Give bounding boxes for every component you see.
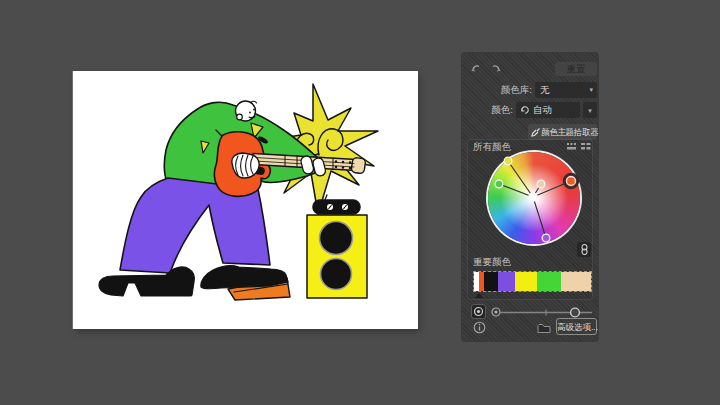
eyedropper-icon bbox=[531, 127, 541, 137]
redo-icon[interactable] bbox=[493, 66, 499, 70]
library-label: 颜色库: bbox=[462, 82, 532, 98]
shoe-right bbox=[201, 266, 288, 289]
history-icons bbox=[471, 63, 501, 74]
swatch-orange[interactable] bbox=[479, 272, 484, 291]
prominent-swatch-bar[interactable] bbox=[474, 272, 591, 291]
prominent-label: 重要颜色 bbox=[473, 254, 511, 270]
handle-yellow[interactable] bbox=[504, 157, 512, 165]
swatch-marker bbox=[475, 293, 483, 298]
chevron-down-icon: ▾ bbox=[588, 107, 592, 114]
reset-button[interactable]: 重置 bbox=[555, 62, 597, 76]
swatch-beige[interactable] bbox=[561, 272, 591, 291]
swatch-library-icon[interactable] bbox=[537, 323, 551, 334]
wheel-handles bbox=[488, 152, 580, 244]
wheel-view-icon[interactable] bbox=[567, 143, 576, 150]
filled-circle-icon bbox=[472, 305, 485, 318]
swatch-black[interactable] bbox=[484, 272, 498, 291]
advanced-options-button[interactable]: 高级选项... bbox=[556, 318, 597, 335]
swatch-yellow[interactable] bbox=[515, 272, 537, 291]
colors-chevron-button[interactable]: ▾ bbox=[583, 102, 597, 118]
library-value: 无 bbox=[540, 84, 550, 95]
color-count-mode-selected[interactable] bbox=[471, 304, 486, 319]
bars-view-icon[interactable] bbox=[581, 143, 591, 150]
recolor-panel: 重置 颜色库: 无 ▾ 颜色: 自动 ▾ 颜色主题拾取器 所有颜色 bbox=[462, 53, 598, 341]
swatch-green[interactable] bbox=[537, 272, 561, 291]
illustration bbox=[73, 71, 418, 329]
info-icon[interactable] bbox=[473, 321, 486, 334]
ear bbox=[237, 114, 243, 120]
library-dropdown[interactable]: 无 ▾ bbox=[535, 82, 597, 98]
slider-handle[interactable] bbox=[571, 308, 580, 317]
swatch-purple[interactable] bbox=[498, 272, 515, 291]
swatch-white[interactable] bbox=[474, 272, 479, 291]
view-toggle-icons bbox=[567, 143, 591, 151]
colors-value: 自动 bbox=[533, 104, 552, 115]
amp-top bbox=[313, 200, 360, 214]
link-harmony-button[interactable] bbox=[577, 242, 591, 257]
handle-center[interactable] bbox=[529, 193, 537, 201]
artboard bbox=[73, 71, 418, 329]
chevron-down-icon: ▾ bbox=[589, 82, 593, 98]
colors-dropdown[interactable]: 自动 bbox=[516, 102, 580, 118]
guitar-headstock bbox=[351, 157, 366, 174]
link-icon bbox=[581, 244, 588, 255]
undo-icon[interactable] bbox=[473, 66, 479, 70]
handle-purple[interactable] bbox=[542, 234, 550, 242]
picker-label: 颜色主题拾取器 bbox=[541, 127, 598, 137]
color-theme-picker-button[interactable]: 颜色主题拾取器 bbox=[528, 124, 597, 140]
handle-beige[interactable] bbox=[537, 180, 545, 188]
auto-cycle-icon bbox=[520, 105, 530, 115]
handle-green[interactable] bbox=[495, 180, 503, 188]
colors-label: 颜色: bbox=[462, 102, 513, 118]
